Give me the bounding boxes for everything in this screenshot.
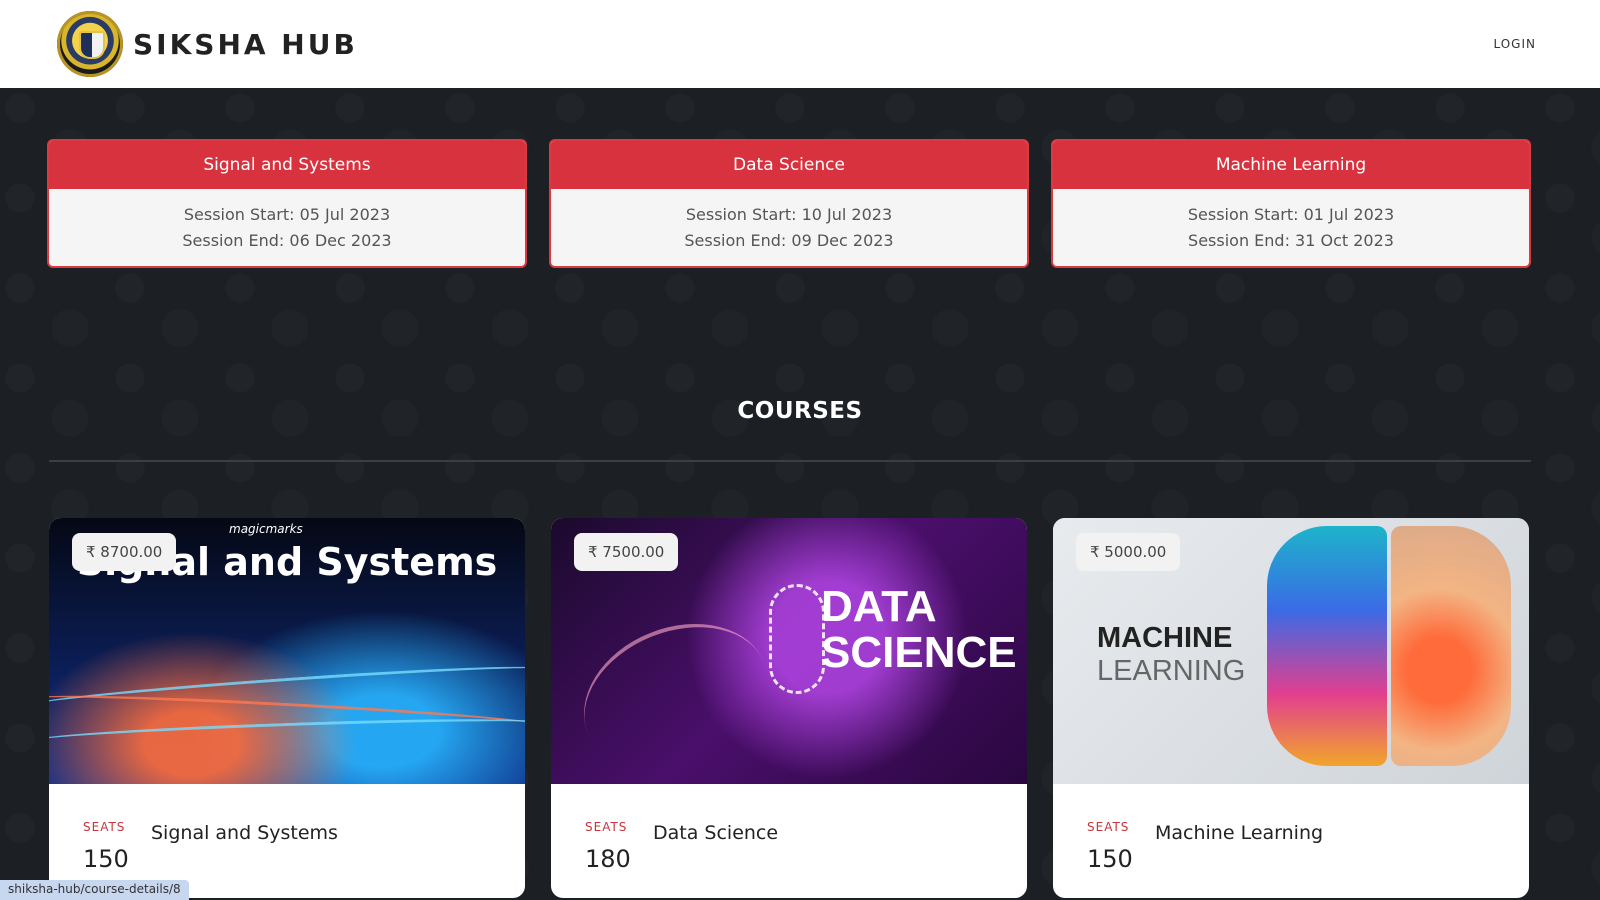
course-card-signal[interactable]: magicmarks Signal and Systems ₹ 8700.00 … xyxy=(49,518,525,898)
session-card-machine-learning[interactable]: Machine Learning Session Start: 01 Jul 2… xyxy=(1053,141,1529,266)
session-dates: Session Start: 05 Jul 2023 Session End: … xyxy=(49,189,525,266)
status-bar-url: shiksha-hub/course-details/8 xyxy=(0,880,189,900)
course-cards: magicmarks Signal and Systems ₹ 8700.00 … xyxy=(49,518,1531,898)
login-link[interactable]: LOGIN xyxy=(1493,37,1536,51)
course-footer: SEATS 150 Machine Learning xyxy=(1053,784,1529,898)
session-start: Session Start: 05 Jul 2023 xyxy=(183,205,391,224)
course-card-data-science[interactable]: DATA SCIENCE ₹ 7500.00 SEATS 180 Data Sc… xyxy=(551,518,1027,898)
session-end: Session End: 09 Dec 2023 xyxy=(684,231,894,250)
image-title-line1: DATA xyxy=(821,582,937,631)
session-dates: Session Start: 10 Jul 2023 Session End: … xyxy=(551,189,1027,266)
brand-name: SIKSHA HUB xyxy=(133,27,358,61)
session-dates: Session Start: 01 Jul 2023 Session End: … xyxy=(1053,189,1529,266)
school-crest-logo xyxy=(57,11,123,77)
course-footer: SEATS 180 Data Science xyxy=(551,784,1027,898)
image-title-line2: SCIENCE xyxy=(821,628,1017,677)
session-end: Session End: 06 Dec 2023 xyxy=(182,231,392,250)
seats-label: SEATS xyxy=(1087,820,1130,834)
gear-graphic xyxy=(769,584,825,694)
price-badge: ₹ 5000.00 xyxy=(1076,533,1181,571)
seats-label: SEATS xyxy=(585,820,628,834)
session-title: Signal and Systems xyxy=(49,141,525,189)
section-divider xyxy=(49,460,1531,462)
price-badge: ₹ 8700.00 xyxy=(72,533,177,571)
image-title-line1: MACHINE xyxy=(1097,622,1233,654)
course-name[interactable]: Machine Learning xyxy=(1155,822,1323,844)
seats-count: 180 xyxy=(585,845,631,873)
image-title-line2: LEARNING xyxy=(1097,655,1246,687)
course-name[interactable]: Signal and Systems xyxy=(151,822,338,844)
session-end: Session End: 31 Oct 2023 xyxy=(1188,231,1394,250)
session-title: Machine Learning xyxy=(1053,141,1529,189)
image-caption: magicmarks xyxy=(229,522,303,536)
hand-graphic xyxy=(561,597,791,784)
course-card-machine-learning[interactable]: MACHINE LEARNING ₹ 5000.00 SEATS 150 Mac… xyxy=(1053,518,1529,898)
session-title: Data Science xyxy=(551,141,1027,189)
image-title: MACHINE LEARNING xyxy=(1097,622,1245,688)
seats-count: 150 xyxy=(83,845,129,873)
brand[interactable]: SIKSHA HUB xyxy=(57,11,358,77)
course-image-signal[interactable]: magicmarks Signal and Systems ₹ 8700.00 xyxy=(49,518,525,784)
seats-count: 150 xyxy=(1087,845,1133,873)
price-badge: ₹ 7500.00 xyxy=(574,533,679,571)
image-title: DATA SCIENCE xyxy=(821,584,1017,676)
session-start: Session Start: 01 Jul 2023 xyxy=(1187,205,1395,224)
session-card-data-science[interactable]: Data Science Session Start: 10 Jul 2023 … xyxy=(551,141,1027,266)
circuit-brain-graphic xyxy=(1267,526,1387,766)
session-card-signal[interactable]: Signal and Systems Session Start: 05 Jul… xyxy=(49,141,525,266)
top-navbar: SIKSHA HUB LOGIN xyxy=(0,0,1600,88)
seats-label: SEATS xyxy=(83,820,126,834)
course-image-data-science[interactable]: DATA SCIENCE ₹ 7500.00 xyxy=(551,518,1027,784)
courses-heading: COURSES xyxy=(737,398,863,424)
session-start: Session Start: 10 Jul 2023 xyxy=(685,205,893,224)
course-image-machine-learning[interactable]: MACHINE LEARNING ₹ 5000.00 xyxy=(1053,518,1529,784)
course-name[interactable]: Data Science xyxy=(653,822,778,844)
brain-graphic xyxy=(1391,526,1511,766)
session-cards: Signal and Systems Session Start: 05 Jul… xyxy=(49,141,1531,266)
